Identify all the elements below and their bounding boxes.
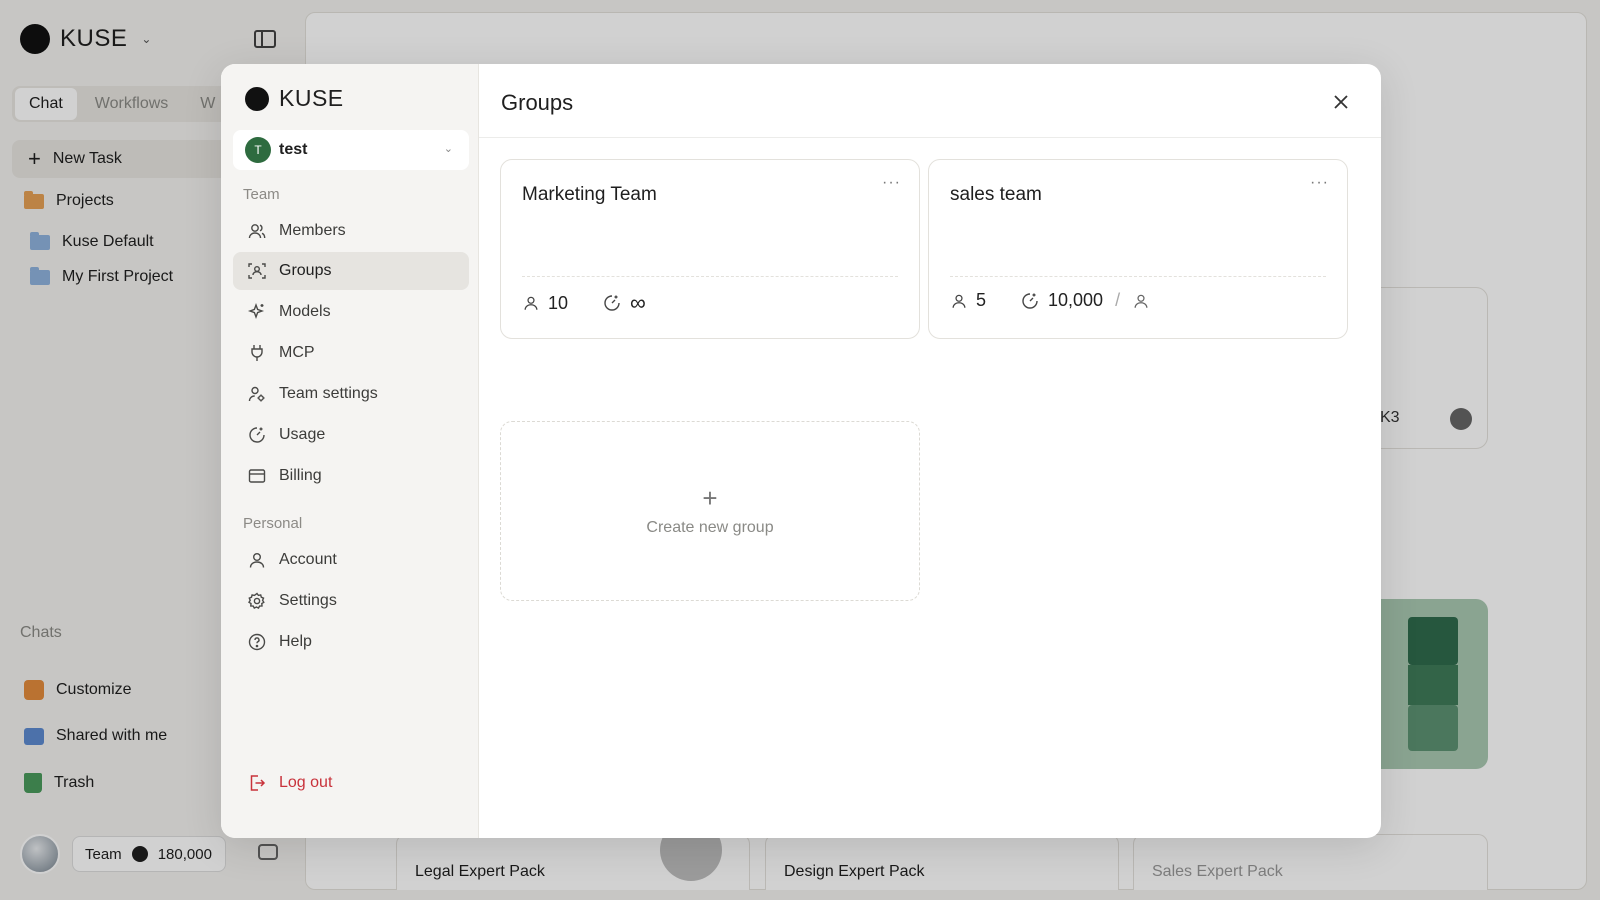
modal-header: Groups [479,64,1381,138]
nav-mcp[interactable]: MCP [233,334,469,372]
usage-icon [1022,292,1038,309]
account-icon [247,550,267,570]
team-name: test [279,141,308,158]
create-group-button[interactable]: + Create new group [500,421,920,601]
group-name: Marketing Team [522,184,657,205]
group-card[interactable]: sales team ··· 5 10,000 / [928,159,1348,339]
billing-icon [247,466,267,486]
plus-icon: + [702,483,718,513]
plug-icon [247,343,267,363]
quota-value: ∞ [630,290,646,315]
group-card[interactable]: Marketing Team ··· 10 ∞ [500,159,920,339]
nav-label: Usage [279,426,326,443]
group-stats: 5 10,000 / [950,290,1150,311]
logout-label: Log out [279,774,333,791]
nav-members[interactable]: Members [233,212,469,250]
quota-value: 10,000 [1048,290,1104,310]
close-icon [1334,95,1348,109]
models-icon [247,302,267,322]
per-separator: / [1115,290,1121,310]
more-options-icon[interactable]: ··· [1310,174,1329,192]
nav-help[interactable]: Help [233,623,469,661]
member-count: 5 [976,290,987,310]
modal-brand: KUSE [245,85,344,112]
settings-modal: KUSE T test ⌄ Team Members Groups Models [221,64,1381,838]
team-settings-icon [247,384,267,404]
nav-usage[interactable]: Usage [233,416,469,454]
groups-icon [247,261,267,281]
brand-name: KUSE [279,85,344,111]
members-icon [524,296,538,310]
nav-label: Groups [279,262,332,279]
nav-label: Account [279,551,337,568]
settings-icon [247,591,267,611]
logout-button[interactable]: Log out [233,764,469,802]
members-icon [952,294,966,308]
member-count: 10 [548,292,569,313]
settings-sidebar: KUSE T test ⌄ Team Members Groups Models [221,64,479,838]
group-stats: 10 ∞ [522,290,646,316]
nav-billing[interactable]: Billing [233,457,469,495]
nav-label: Help [279,633,312,650]
nav-label: Models [279,303,331,320]
nav-settings[interactable]: Settings [233,582,469,620]
usage-icon [247,425,267,445]
members-icon [247,221,267,241]
groups-content: Marketing Team ··· 10 ∞ sales team ··· 5… [479,138,1381,838]
divider [950,276,1326,277]
logout-icon [247,773,267,793]
nav-account[interactable]: Account [233,541,469,579]
group-name: sales team [950,184,1042,205]
team-section-label: Team [243,186,280,203]
close-button[interactable] [1329,90,1353,114]
nav-label: Members [279,222,346,239]
help-icon [247,632,267,652]
nav-team-settings[interactable]: Team settings [233,375,469,413]
page-title: Groups [501,90,574,115]
personal-section-label: Personal [243,515,303,532]
create-group-label: Create new group [646,519,774,536]
divider [522,276,898,277]
nav-groups[interactable]: Groups [233,252,469,290]
usage-icon [604,295,620,311]
more-options-icon[interactable]: ··· [882,174,901,192]
per-user-icon [1134,294,1148,308]
team-selector[interactable]: T test ⌄ [233,130,469,170]
nav-label: Billing [279,467,322,484]
nav-label: Settings [279,592,337,609]
nav-models[interactable]: Models [233,293,469,331]
logo-icon [245,86,269,111]
nav-label: Team settings [279,385,378,402]
chevron-down-icon: ⌄ [443,143,453,155]
nav-label: MCP [279,344,315,361]
team-avatar: T [245,137,271,163]
